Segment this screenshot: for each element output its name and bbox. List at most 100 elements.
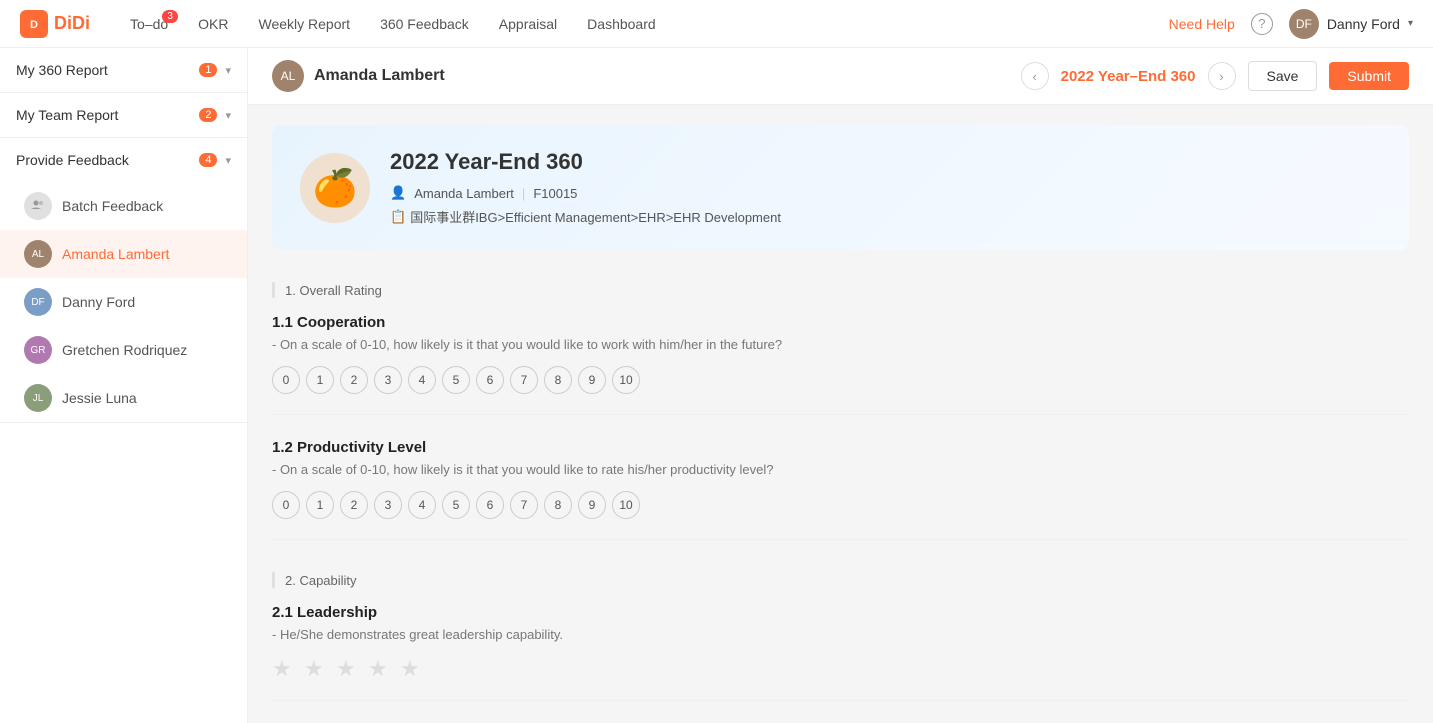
page-header-right: ‹ 2022 Year–End 360 › Save Submit	[1021, 61, 1409, 91]
sidebar-item-label-amanda-lambert: Amanda Lambert	[62, 246, 169, 262]
meta-divider: |	[522, 186, 525, 201]
profile-user-name: Amanda Lambert	[414, 186, 514, 201]
didi-logo-icon: D	[20, 10, 48, 38]
sidebar-item-avatar-danny-ford: DF	[24, 288, 52, 316]
rating-num-productivity-1[interactable]: 1	[306, 491, 334, 519]
section-label-overall-rating: 1. Overall Rating	[285, 283, 382, 298]
need-help-link[interactable]: Need Help	[1169, 16, 1235, 32]
nav-right: Need Help ? DF Danny Ford ▾	[1169, 9, 1413, 39]
rating-num-cooperation-10[interactable]: 10	[612, 366, 640, 394]
page-header-name: Amanda Lambert	[314, 67, 445, 85]
sidebar-section-chevron-provide-feedback: ▾	[225, 154, 231, 167]
rating-scale-productivity: 012345678910	[272, 491, 1409, 519]
nav-item-dashboard[interactable]: Dashboard	[587, 2, 656, 46]
sidebar-item-avatar-amanda-lambert: AL	[24, 240, 52, 268]
rating-num-productivity-0[interactable]: 0	[272, 491, 300, 519]
rating-num-cooperation-4[interactable]: 4	[408, 366, 436, 394]
question-title-cooperation: 1.1 Cooperation	[272, 314, 1409, 331]
section-bar	[272, 282, 275, 298]
rating-num-productivity-10[interactable]: 10	[612, 491, 640, 519]
rating-num-cooperation-5[interactable]: 5	[442, 366, 470, 394]
logo-text: DiDi	[54, 13, 90, 34]
top-nav: D DiDi To–do3 OKR Weekly Report 360 Feedbac…	[0, 0, 1433, 48]
sidebar-section-badge-my-360-report: 1	[199, 63, 217, 77]
sidebar-item-jessie-luna[interactable]: JL Jessie Luna	[0, 374, 247, 422]
question-desc-cooperation: - On a scale of 0-10, how likely is it t…	[272, 337, 1409, 352]
rating-num-productivity-8[interactable]: 8	[544, 491, 572, 519]
sidebar-item-avatar-gretchen-rodriquez: GR	[24, 336, 52, 364]
submit-button[interactable]: Submit	[1329, 62, 1409, 90]
sidebar-item-label-gretchen-rodriquez: Gretchen Rodriquez	[62, 342, 187, 358]
rating-num-cooperation-9[interactable]: 9	[578, 366, 606, 394]
nav-item-360-feedback[interactable]: 360 Feedback	[380, 2, 469, 46]
rating-num-productivity-4[interactable]: 4	[408, 491, 436, 519]
nav-item-todo[interactable]: To–do3	[130, 2, 168, 46]
nav-item-appraisal[interactable]: Appraisal	[499, 2, 557, 46]
next-report-button[interactable]: ›	[1208, 62, 1236, 90]
rating-num-cooperation-7[interactable]: 7	[510, 366, 538, 394]
section-separator-overall-rating: 1. Overall Rating	[272, 274, 1409, 314]
dept-text: 国际事业群IBG>Efficient Management>EHR>EHR De…	[410, 207, 781, 226]
sidebar-item-amanda-lambert[interactable]: AL Amanda Lambert	[0, 230, 247, 278]
profile-user-id: F10015	[533, 186, 577, 201]
star-leadership-5[interactable]: ★	[400, 656, 424, 680]
help-circle-icon[interactable]: ?	[1251, 13, 1273, 35]
report-title: 2022 Year–End 360	[1061, 68, 1196, 85]
sidebar-item-batch-feedback[interactable]: Batch Feedback	[0, 182, 247, 230]
main-content: AL Amanda Lambert ‹ 2022 Year–End 360 › …	[248, 48, 1433, 723]
star-leadership-2[interactable]: ★	[304, 656, 328, 680]
page-header: AL Amanda Lambert ‹ 2022 Year–End 360 › …	[248, 48, 1433, 105]
question-title-productivity: 1.2 Productivity Level	[272, 439, 1409, 456]
nav-item-weekly-report[interactable]: Weekly Report	[259, 2, 351, 46]
star-leadership-4[interactable]: ★	[368, 656, 392, 680]
star-leadership-1[interactable]: ★	[272, 656, 296, 680]
sidebar-section-header-my-team-report[interactable]: My Team Report2▾	[0, 93, 247, 137]
profile-department: 📋 国际事业群IBG>Efficient Management>EHR>EHR …	[390, 207, 1381, 226]
question-leadership: 2.1 Leadership - He/She demonstrates gre…	[272, 604, 1409, 701]
question-cooperation: 1.1 Cooperation - On a scale of 0-10, ho…	[272, 314, 1409, 415]
sidebar-section-label-provide-feedback: Provide Feedback	[16, 152, 129, 168]
rating-num-productivity-9[interactable]: 9	[578, 491, 606, 519]
sidebar-item-gretchen-rodriquez[interactable]: GR Gretchen Rodriquez	[0, 326, 247, 374]
sidebar-section-header-my-360-report[interactable]: My 360 Report1▾	[0, 48, 247, 92]
user-info[interactable]: DF Danny Ford ▾	[1289, 9, 1413, 39]
sidebar-section-badge-provide-feedback: 4	[199, 153, 217, 167]
rating-num-cooperation-2[interactable]: 2	[340, 366, 368, 394]
rating-num-cooperation-8[interactable]: 8	[544, 366, 572, 394]
rating-num-productivity-2[interactable]: 2	[340, 491, 368, 519]
save-button[interactable]: Save	[1248, 61, 1318, 91]
sidebar-item-avatar-jessie-luna: JL	[24, 384, 52, 412]
profile-card: 🍊 2022 Year-End 360 👤 Amanda Lambert | F…	[272, 125, 1409, 250]
sidebar-section-provide-feedback: Provide Feedback 4 ▾ Batch Feedback AL Amanda…	[0, 138, 247, 423]
sidebar-section-chevron-my-360-report: ▾	[225, 64, 231, 77]
logo[interactable]: D DiDi	[20, 10, 90, 38]
rating-num-productivity-6[interactable]: 6	[476, 491, 504, 519]
sidebar-item-label-danny-ford: Danny Ford	[62, 294, 135, 310]
dept-icon: 📋	[390, 209, 406, 225]
sidebar-section-header-provide-feedback[interactable]: Provide Feedback 4 ▾	[0, 138, 247, 182]
rating-num-cooperation-6[interactable]: 6	[476, 366, 504, 394]
sidebar-item-label-jessie-luna: Jessie Luna	[62, 390, 137, 406]
rating-scale-cooperation: 012345678910	[272, 366, 1409, 394]
rating-num-productivity-7[interactable]: 7	[510, 491, 538, 519]
sidebar: My 360 Report1▾My Team Report2▾Provide F…	[0, 48, 248, 723]
sidebar-item-danny-ford[interactable]: DF Danny Ford	[0, 278, 247, 326]
section-bar	[272, 572, 275, 588]
profile-info: 2022 Year-End 360 👤 Amanda Lambert | F10…	[390, 149, 1381, 226]
rating-num-productivity-3[interactable]: 3	[374, 491, 402, 519]
prev-report-button[interactable]: ‹	[1021, 62, 1049, 90]
question-desc-productivity: - On a scale of 0-10, how likely is it t…	[272, 462, 1409, 477]
star-leadership-3[interactable]: ★	[336, 656, 360, 680]
sidebar-item-label-batch-feedback: Batch Feedback	[62, 198, 163, 214]
page-header-avatar: AL	[272, 60, 304, 92]
nav-item-okr[interactable]: OKR	[198, 2, 228, 46]
content-area: 🍊 2022 Year-End 360 👤 Amanda Lambert | F…	[248, 105, 1433, 723]
rating-num-cooperation-3[interactable]: 3	[374, 366, 402, 394]
star-scale-leadership: ★ ★ ★ ★ ★	[272, 656, 1409, 680]
rating-num-productivity-5[interactable]: 5	[442, 491, 470, 519]
rating-num-cooperation-0[interactable]: 0	[272, 366, 300, 394]
sidebar-item-avatar-batch-feedback	[24, 192, 52, 220]
rating-num-cooperation-1[interactable]: 1	[306, 366, 334, 394]
user-avatar: DF	[1289, 9, 1319, 39]
profile-mascot: 🍊	[300, 153, 370, 223]
